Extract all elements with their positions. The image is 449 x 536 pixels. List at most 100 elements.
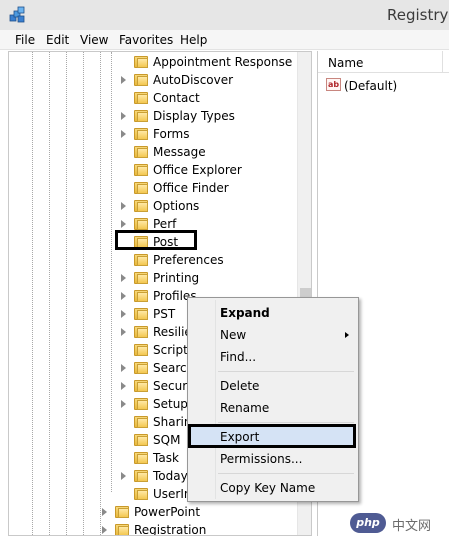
menu-item-expand[interactable]: Expand — [190, 302, 356, 324]
expand-arrow-icon[interactable] — [102, 526, 107, 534]
tree-item-label: Preferences — [153, 253, 224, 267]
export-highlight-box — [188, 424, 356, 448]
expand-arrow-icon[interactable] — [121, 220, 126, 228]
folder-icon — [115, 524, 129, 535]
folder-icon — [134, 254, 148, 266]
menu-item-label: Rename — [220, 401, 270, 415]
tree-item-registration[interactable]: Registration — [9, 521, 297, 535]
tree-item-options[interactable]: Options — [9, 197, 297, 215]
menu-item-label: Copy Key Name — [220, 481, 316, 495]
tree-item-message[interactable]: Message — [9, 143, 297, 161]
tree-item-label: Office Finder — [153, 181, 229, 195]
expand-arrow-icon[interactable] — [121, 328, 126, 336]
menu-item-label: New — [220, 328, 247, 342]
expand-arrow-icon[interactable] — [121, 400, 126, 408]
expand-arrow-icon[interactable] — [121, 292, 126, 300]
ab-string-icon: ab — [326, 78, 341, 91]
tree-item-label: Appointment Response — [153, 55, 293, 69]
menu-item-copy-key-name[interactable]: Copy Key Name — [190, 477, 356, 499]
folder-icon — [134, 470, 148, 482]
folder-icon — [134, 308, 148, 320]
registry-editor-icon — [9, 6, 25, 23]
tree-item-label: Resilie — [153, 325, 192, 339]
column-header-name[interactable]: Name — [318, 51, 449, 73]
menu-item-rename[interactable]: Rename — [190, 397, 356, 419]
folder-icon — [134, 488, 148, 500]
expand-arrow-icon[interactable] — [121, 76, 126, 84]
menu-bar: File Edit View Favorites Help — [0, 30, 449, 50]
menu-edit[interactable]: Edit — [46, 33, 69, 47]
expand-arrow-icon[interactable] — [121, 202, 126, 210]
tree-item-label: Printing — [153, 271, 200, 285]
tree-item-label: PowerPoint — [134, 505, 201, 519]
tree-item-label: AutoDiscover — [153, 73, 234, 87]
expand-arrow-icon[interactable] — [121, 112, 126, 120]
menu-item-new[interactable]: New — [190, 324, 356, 346]
folder-icon — [134, 200, 148, 212]
tree-item-label: Scripti — [153, 343, 192, 357]
menu-item-delete[interactable]: Delete — [190, 375, 356, 397]
expand-arrow-icon[interactable] — [121, 310, 126, 318]
tree-item-appointment-response[interactable]: Appointment Response — [9, 53, 297, 71]
folder-icon — [115, 506, 129, 518]
tree-item-label: Perf — [153, 217, 177, 231]
window-title: Registry E — [387, 6, 449, 24]
expand-arrow-icon[interactable] — [121, 382, 126, 390]
tree-item-label: Office Explorer — [153, 163, 242, 177]
menu-favorites[interactable]: Favorites — [119, 33, 173, 47]
column-header-label: Name — [328, 56, 364, 70]
watermark-text: 中文网 — [392, 519, 432, 534]
folder-icon — [134, 128, 148, 140]
tree-item-label: Forms — [153, 127, 190, 141]
folder-icon — [134, 164, 148, 176]
tree-item-label: SQM — [153, 433, 181, 447]
folder-icon — [134, 182, 148, 194]
tree-item-label: Sharin — [153, 415, 192, 429]
tree-item-preferences[interactable]: Preferences — [9, 251, 297, 269]
folder-icon — [134, 218, 148, 230]
menu-item-find[interactable]: Find... — [190, 346, 356, 368]
tree-item-contact[interactable]: Contact — [9, 89, 297, 107]
tree-item-office-explorer[interactable]: Office Explorer — [9, 161, 297, 179]
tree-item-autodiscover[interactable]: AutoDiscover — [9, 71, 297, 89]
title-bar: Registry E — [0, 0, 449, 30]
expand-arrow-icon[interactable] — [121, 472, 126, 480]
tree-item-label: UserIn — [153, 487, 192, 501]
tree-item-label: Contact — [153, 91, 200, 105]
selected-key-highlight — [115, 230, 197, 250]
tree-item-forms[interactable]: Forms — [9, 125, 297, 143]
folder-icon — [134, 272, 148, 284]
menu-separator — [218, 371, 354, 372]
expand-arrow-icon[interactable] — [121, 274, 126, 282]
menu-help[interactable]: Help — [180, 33, 207, 47]
tree-item-printing[interactable]: Printing — [9, 269, 297, 287]
tree-item-display-types[interactable]: Display Types — [9, 107, 297, 125]
menu-view[interactable]: View — [80, 33, 108, 47]
menu-item-permissions[interactable]: Permissions... — [190, 448, 356, 470]
expand-arrow-icon[interactable] — [102, 508, 107, 516]
folder-icon — [134, 146, 148, 158]
menu-item-label: Expand — [220, 306, 270, 320]
expand-arrow-icon[interactable] — [121, 364, 126, 372]
menu-file[interactable]: File — [15, 33, 35, 47]
column-divider[interactable] — [442, 51, 443, 73]
folder-icon — [134, 344, 148, 356]
tree-item-office-finder[interactable]: Office Finder — [9, 179, 297, 197]
tree-item-label: PST — [153, 307, 176, 321]
tree-item-powerpoint[interactable]: PowerPoint — [9, 503, 297, 521]
menu-separator — [218, 473, 354, 474]
folder-icon — [134, 290, 148, 302]
menu-separator — [218, 422, 354, 423]
tree-item-label: Setup — [153, 397, 188, 411]
folder-icon — [134, 110, 148, 122]
value-default[interactable]: (Default) — [344, 79, 397, 93]
expand-arrow-icon[interactable] — [121, 130, 126, 138]
php-watermark: php 中文网 — [350, 512, 446, 534]
folder-icon — [134, 362, 148, 374]
tree-item-label: Today — [153, 469, 188, 483]
submenu-arrow-icon — [345, 332, 349, 338]
folder-icon — [134, 74, 148, 86]
menu-item-label: Delete — [220, 379, 260, 393]
folder-icon — [134, 398, 148, 410]
tree-item-label: Display Types — [153, 109, 235, 123]
